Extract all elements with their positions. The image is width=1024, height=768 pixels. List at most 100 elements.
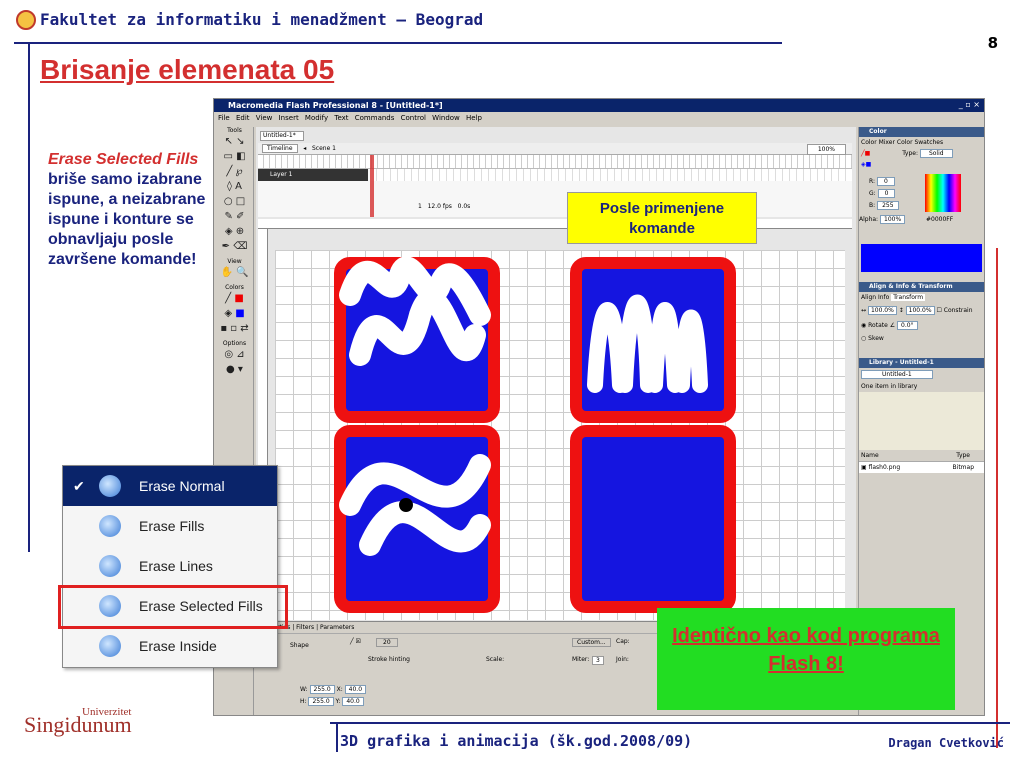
color-preview (861, 244, 982, 272)
miter-input[interactable]: 3 (592, 656, 604, 665)
type-row: ╱■ Type: Solid (859, 148, 984, 159)
current-frame: 1 (418, 203, 422, 210)
align-panel-header[interactable]: Align & Info & Transform (859, 282, 984, 292)
tab-parameters[interactable]: Parameters (320, 624, 354, 631)
colors-label: Colors (225, 284, 244, 291)
bitmap-icon: ▣ (861, 464, 867, 471)
bottom-right-rect (570, 425, 736, 613)
library-item[interactable]: ▣ flash0.png Bitmap (859, 462, 984, 473)
scene-label: Scene 1 (311, 145, 337, 152)
color-tools[interactable]: ╱ ■ ◈ ■ ▪ ▫ ⇄ (216, 291, 253, 336)
institution-name: Fakultet za informatiku i menadžment – B… (40, 10, 484, 29)
tools-label: Tools (227, 127, 242, 134)
menu-edit[interactable]: Edit (236, 114, 250, 122)
stroke-color-icon[interactable]: ╱ ☒ (350, 638, 361, 645)
library-panel-header[interactable]: Library - Untitled-1 (859, 358, 984, 368)
tab-transform[interactable]: Transform (891, 294, 926, 301)
b-field[interactable]: B: 255 (869, 201, 899, 210)
singidunum-logo: Univerzitet Singidunum (24, 706, 132, 738)
library-select[interactable]: Untitled-1 (859, 368, 984, 381)
description-text: briše samo izabrane ispune, a neizabrane… (48, 171, 206, 268)
menu-help[interactable]: Help (466, 114, 482, 122)
tab-color-swatches[interactable]: Color Swatches (897, 139, 943, 146)
tab-color-mixer[interactable]: Color Mixer (861, 139, 895, 146)
r-field[interactable]: R: 0 (869, 177, 895, 186)
scale-row: ↔ 100.0% ↕ 100.0% ☐ Constrain (861, 306, 973, 315)
timeline-panel: Layer 1 1 12.0 fps 0.0s (258, 155, 852, 217)
rotate-row[interactable]: ◉ Rotate ∠ 0.0° (859, 318, 984, 333)
color-spectrum[interactable] (925, 174, 961, 212)
col-name[interactable]: Name (861, 452, 879, 459)
custom-button[interactable]: Custom... (572, 638, 611, 647)
fill-swatch[interactable]: ◈■ (859, 159, 984, 170)
menu-insert[interactable]: Insert (279, 114, 299, 122)
same-as-flash-callout: Identično kao kod programa Flash 8! (657, 608, 955, 710)
after-command-callout: Posle primenjene komande (567, 192, 757, 244)
view-tools[interactable]: ✋ 🔍 (216, 265, 253, 280)
eraser-options[interactable]: ◎ ⊿ ● ▾ (216, 347, 253, 377)
page-number: 8 (987, 34, 998, 52)
slide-title: Brisanje elemenata 05 (40, 54, 335, 85)
eraser-cursor-icon (399, 498, 413, 512)
zoom-select[interactable]: 100% (806, 144, 846, 155)
playhead[interactable] (370, 155, 374, 217)
layer-row[interactable]: Layer 1 (258, 169, 368, 181)
constrain-check[interactable]: Constrain (944, 307, 973, 314)
rgb-controls: R: 0 G: 0 B: 255 Alpha: 100% #0000FF (859, 170, 984, 240)
type-select[interactable]: Solid (919, 149, 953, 158)
window-controls-icon[interactable]: _ ▫ × (959, 100, 980, 109)
horizontal-ruler (258, 219, 852, 229)
stroke-size[interactable]: 20 (376, 638, 398, 647)
height-field[interactable]: H: 255.0 Y: 40.0 (300, 697, 364, 706)
color-tabs: Color Mixer Color Swatches (859, 137, 984, 148)
menu-commands[interactable]: Commands (355, 114, 395, 122)
item-type: Bitmap (952, 464, 974, 471)
frame-rate: 12.0 fps (427, 203, 452, 210)
menu-text[interactable]: Text (334, 114, 348, 122)
menu-file[interactable]: File (218, 114, 230, 122)
university-logo-icon (16, 10, 36, 30)
right-divider (996, 248, 998, 748)
menu-control[interactable]: Control (401, 114, 426, 122)
frame-cells[interactable] (370, 169, 852, 181)
tab-align[interactable]: Align (861, 294, 876, 301)
scale-w[interactable]: 100.0% (867, 306, 897, 315)
left-divider (28, 42, 30, 552)
menu-view[interactable]: View (256, 114, 273, 122)
scale-h[interactable]: 100.0% (905, 306, 935, 315)
eraser-mode-menu: ✔ Erase Normal Erase Fills Erase Lines E… (62, 465, 278, 668)
document-tab[interactable]: Untitled-1* (260, 131, 304, 141)
tab-filters[interactable]: Filters (296, 624, 314, 631)
color-panel-header[interactable]: Color (859, 127, 984, 137)
elapsed-time: 0.0s (457, 203, 471, 210)
alpha-field[interactable]: Alpha: 100% (859, 215, 906, 224)
width-field[interactable]: W: 255.0 X: 40.0 (300, 685, 367, 694)
menu-modify[interactable]: Modify (305, 114, 328, 122)
skew-row[interactable]: ○ Skew (859, 333, 984, 344)
highlight-box (58, 585, 288, 629)
tab-info[interactable]: Info (878, 294, 889, 301)
stage-drawing (334, 256, 736, 613)
menu-item-erase-normal[interactable]: ✔ Erase Normal (63, 466, 277, 506)
g-field[interactable]: G: 0 (869, 189, 896, 198)
options-label: Options (222, 340, 247, 347)
erase-normal-icon (99, 475, 121, 497)
menu-item-erase-inside[interactable]: Erase Inside (63, 626, 277, 666)
stroke-hinting[interactable]: Stroke hinting (368, 656, 410, 663)
tool-buttons[interactable]: ↖ ↘ ▭ ◧ ╱ ℘ ◊ A ○ □ ✎ ✐ ◈ ⊕ ✒ ⌫ (216, 134, 253, 254)
timeline-button[interactable]: Timeline (262, 144, 298, 153)
menu-window[interactable]: Window (432, 114, 460, 122)
scale-label: Scale: (486, 656, 505, 663)
hex-field[interactable]: #0000FF (923, 216, 956, 223)
menu-item-erase-fills[interactable]: Erase Fills (63, 506, 277, 546)
item-name: flash0.png (868, 464, 901, 471)
library-count: One item in library (861, 383, 918, 390)
course-name: 3D grafika i animacija (šk.god.2008/09) (340, 732, 693, 750)
erase-lines-icon (99, 555, 121, 577)
col-type[interactable]: Type (956, 452, 970, 459)
check-icon: ✔ (73, 478, 85, 494)
menu-item-erase-lines[interactable]: Erase Lines (63, 546, 277, 586)
library-columns: Name Type (859, 450, 984, 462)
erase-inside-icon (99, 635, 121, 657)
frame-ruler (258, 155, 852, 169)
